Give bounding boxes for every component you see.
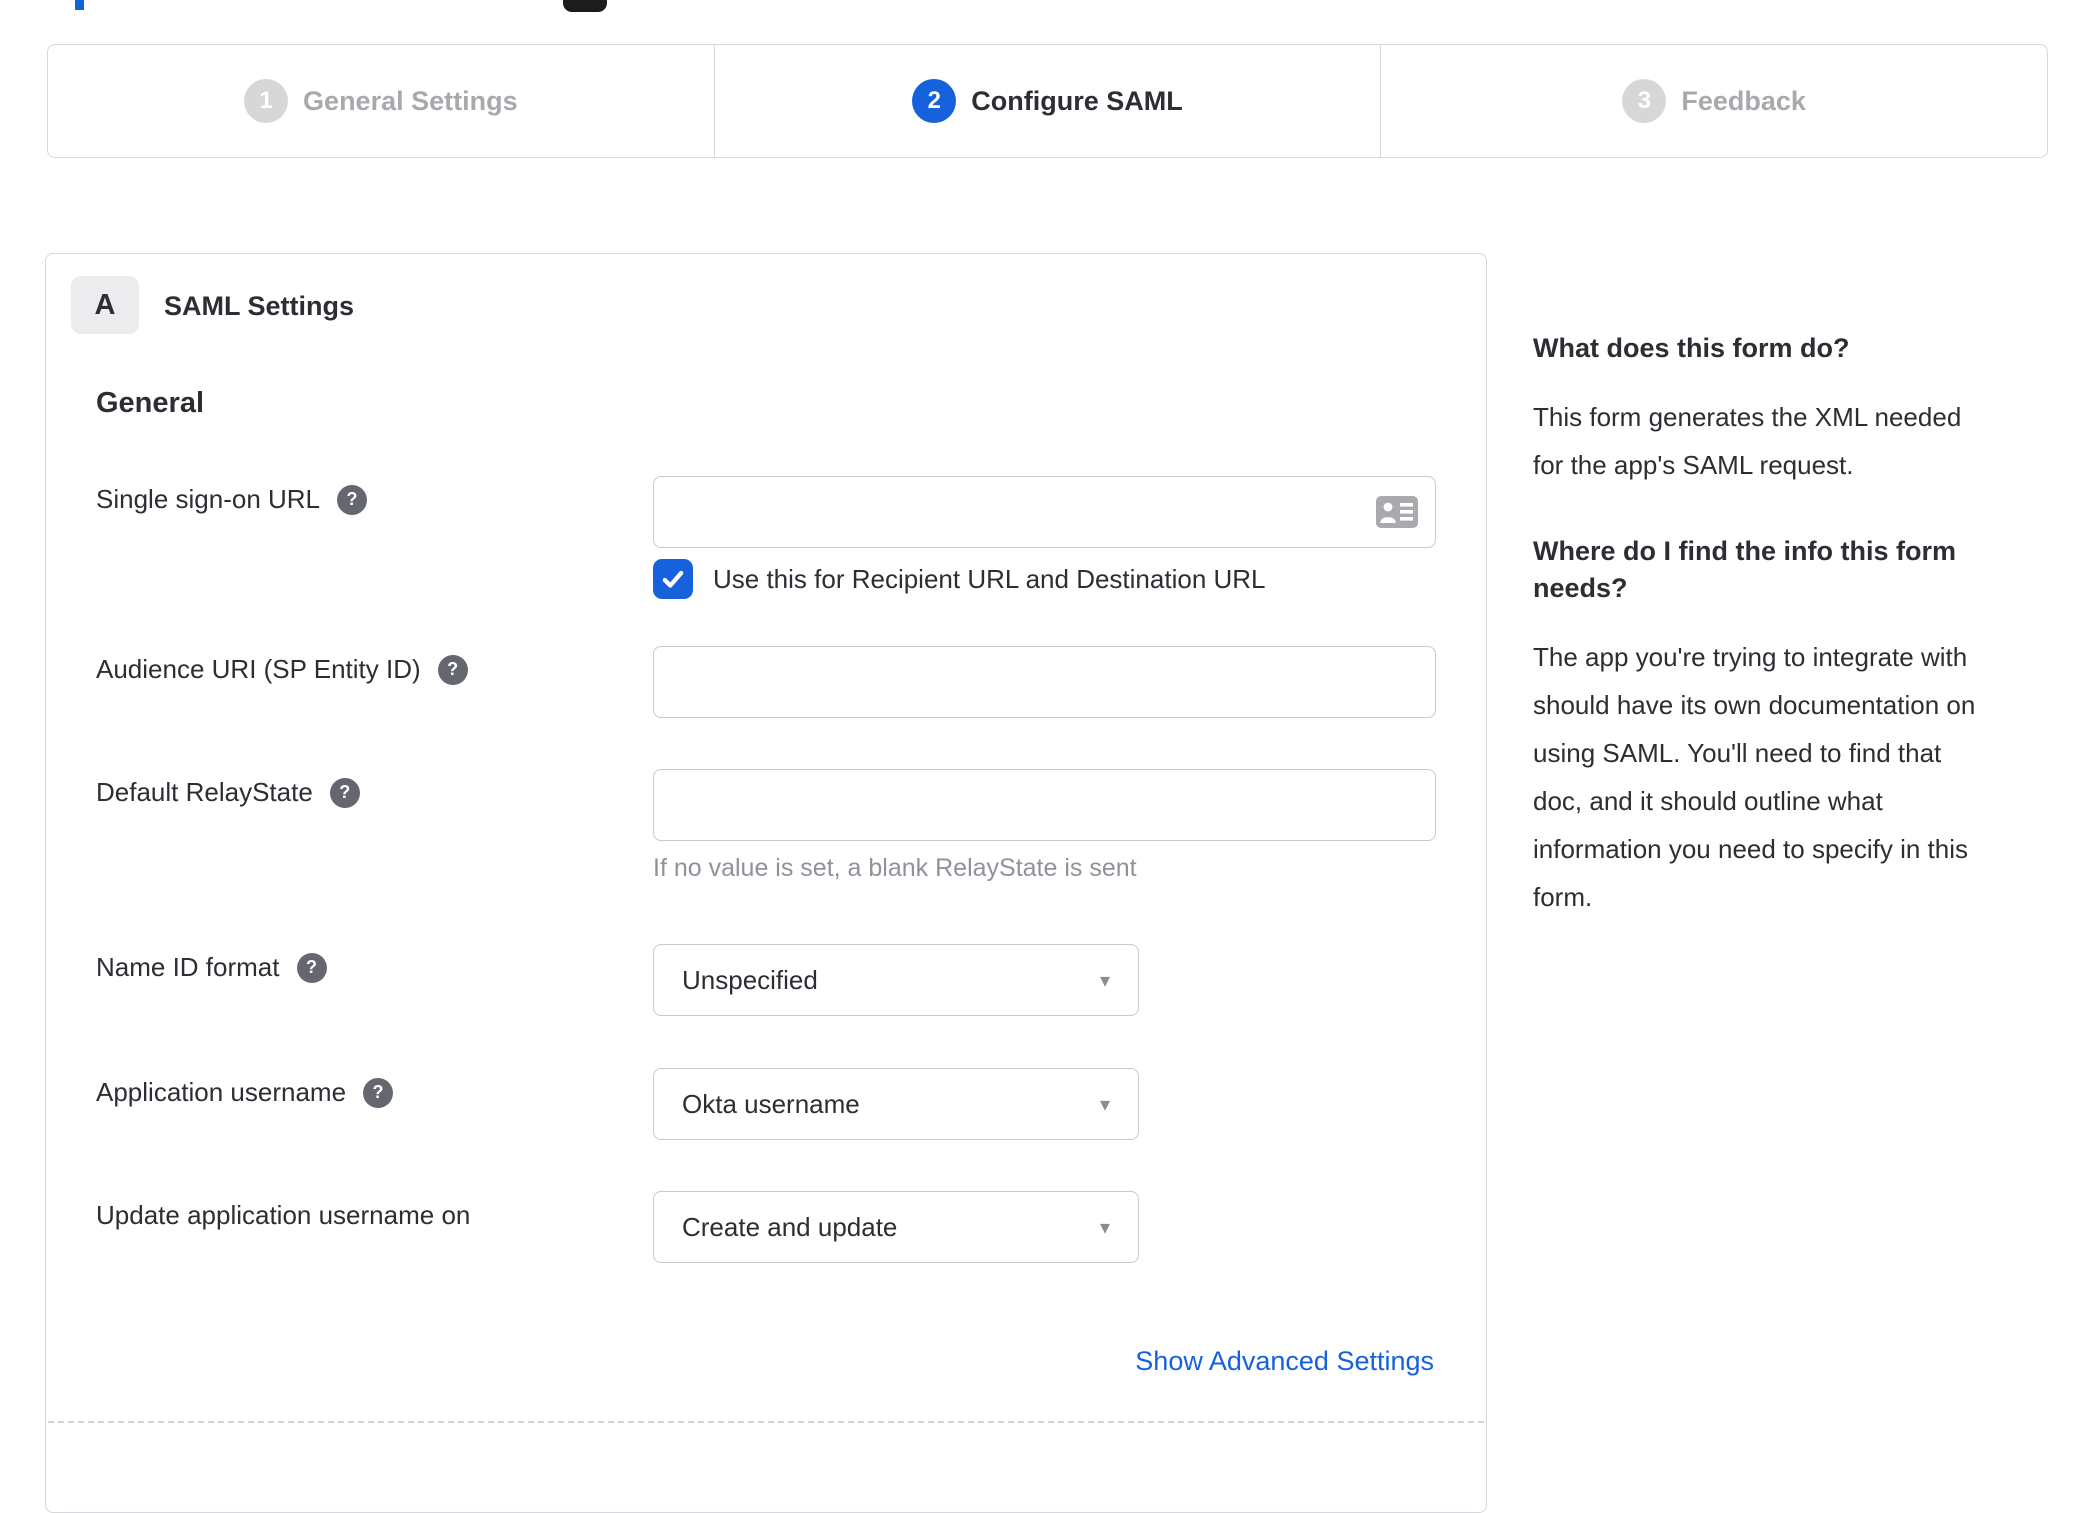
autofill-contact-card-icon[interactable]: [1376, 496, 1418, 528]
name-id-format-select[interactable]: Unspecified ▾: [653, 944, 1139, 1016]
wizard-stepper: 1 General Settings 2 Configure SAML 3 Fe…: [47, 44, 2048, 158]
single-sign-on-url-label: Single sign-on URL ?: [96, 484, 368, 515]
recipient-url-checkbox-row: Use this for Recipient URL and Destinati…: [653, 559, 1266, 599]
field-label-text: Audience URI (SP Entity ID): [96, 654, 421, 684]
step-label: Configure SAML: [971, 85, 1183, 116]
step-general-settings[interactable]: 1 General Settings: [48, 45, 714, 157]
section-title: SAML Settings: [164, 291, 355, 321]
step-number-badge: 3: [1622, 79, 1667, 123]
chevron-down-icon: ▾: [1099, 969, 1110, 992]
application-username-label: Application username ?: [96, 1077, 394, 1108]
field-label-text: Update application username on: [96, 1200, 471, 1230]
single-sign-on-url-field-wrap: [653, 476, 1436, 548]
step-configure-saml[interactable]: 2 Configure SAML: [713, 45, 1381, 157]
audience-uri-input[interactable]: [653, 646, 1436, 718]
show-advanced-settings-link[interactable]: Show Advanced Settings: [1135, 1346, 1434, 1377]
step-feedback[interactable]: 3 Feedback: [1380, 45, 2047, 157]
clipped-heading-fragment: [563, 0, 607, 12]
help-icon[interactable]: ?: [437, 654, 468, 685]
sidebar-answer-1: This form generates the XML needed for t…: [1533, 402, 1962, 481]
checkmark-icon: [662, 570, 684, 588]
field-label-text: Default RelayState: [96, 777, 313, 807]
field-label-text: Name ID format: [96, 952, 280, 982]
field-label-text: Application username: [96, 1077, 347, 1107]
field-label-text: Single sign-on URL: [96, 484, 321, 514]
selected-value: Create and update: [682, 1211, 898, 1242]
help-icon[interactable]: ?: [363, 1077, 394, 1108]
clipped-tab-indicator-fragment: [75, 0, 84, 10]
sidebar-question-2: Where do I find the info this form needs…: [1533, 536, 1956, 603]
chevron-down-icon: ▾: [1099, 1093, 1110, 1116]
selected-value: Unspecified: [682, 964, 818, 995]
update-application-username-select[interactable]: Create and update ▾: [653, 1191, 1139, 1263]
name-id-format-label: Name ID format ?: [96, 952, 327, 983]
single-sign-on-url-input[interactable]: [653, 476, 1436, 548]
relaystate-hint-text: If no value is set, a blank RelayState i…: [653, 854, 1137, 882]
saml-settings-panel: A SAML Settings General Single sign-on U…: [45, 253, 1487, 1513]
default-relaystate-input[interactable]: [653, 769, 1436, 841]
update-application-username-label: Update application username on: [96, 1200, 470, 1231]
section-divider: [48, 1421, 1484, 1423]
step-label: Feedback: [1681, 85, 1806, 116]
recipient-url-checkbox[interactable]: [653, 559, 693, 599]
sidebar-answer-2: The app you're trying to integrate with …: [1533, 642, 1976, 913]
step-label: General Settings: [303, 85, 518, 116]
help-icon[interactable]: ?: [337, 484, 368, 515]
step-number-badge: 2: [912, 79, 957, 123]
group-title-general: General: [96, 387, 204, 419]
chevron-down-icon: ▾: [1099, 1216, 1110, 1239]
application-username-select[interactable]: Okta username ▾: [653, 1068, 1139, 1140]
audience-uri-label: Audience URI (SP Entity ID) ?: [96, 654, 468, 685]
help-icon[interactable]: ?: [329, 777, 360, 808]
sidebar-question-1: What does this form do?: [1533, 333, 1850, 363]
section-a-badge: A: [71, 276, 139, 334]
default-relaystate-label: Default RelayState ?: [96, 777, 360, 808]
step-number-badge: 1: [244, 79, 289, 123]
selected-value: Okta username: [682, 1088, 860, 1119]
help-sidebar: What does this form do? This form genera…: [1533, 330, 2067, 965]
recipient-url-checkbox-label[interactable]: Use this for Recipient URL and Destinati…: [713, 564, 1266, 595]
help-icon[interactable]: ?: [296, 952, 327, 983]
